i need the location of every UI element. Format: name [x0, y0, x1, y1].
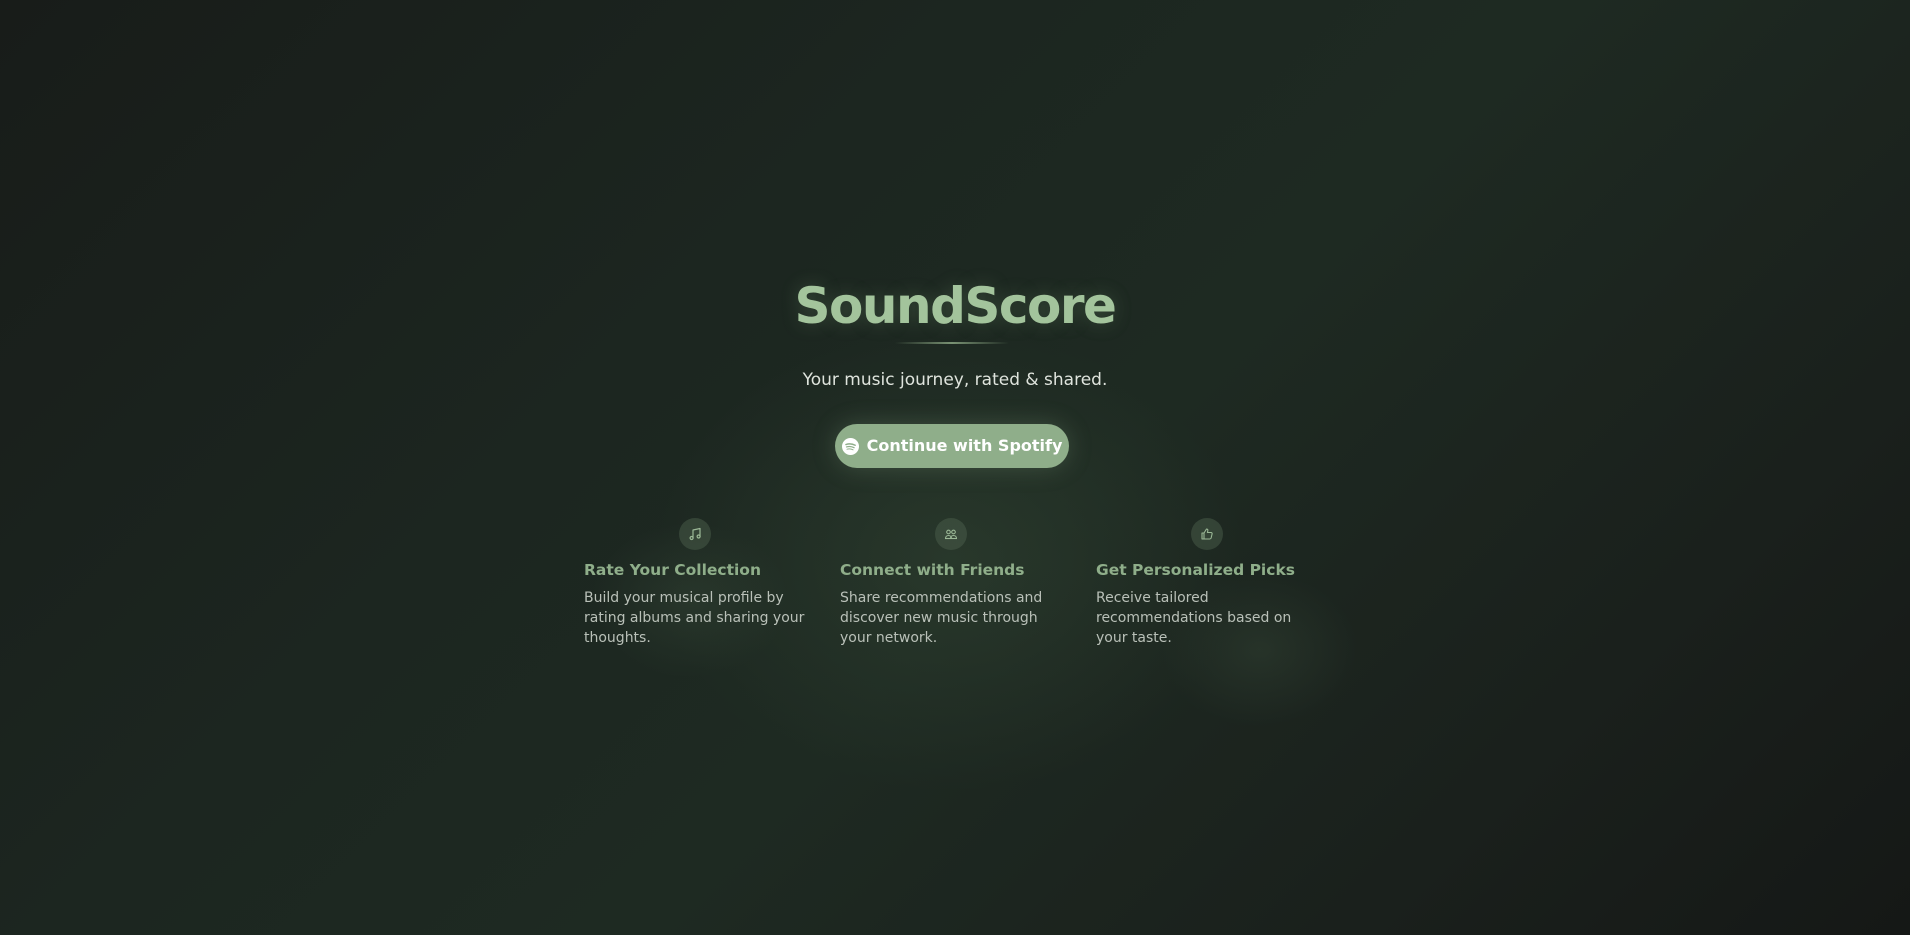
- feature-description: Share recommendations and discover new m…: [840, 590, 1043, 646]
- features-section: Rate Your Collection Build your musical …: [584, 518, 1352, 658]
- feature-title: Get Personalized Picks: [1096, 561, 1295, 579]
- cta-label: Continue with Spotify: [866, 436, 1063, 455]
- landing-hero: SoundScore Your music journey, rated & s…: [0, 0, 1910, 935]
- app-title: SoundScore: [794, 277, 1117, 335]
- music-note-icon: [679, 518, 711, 550]
- continue-with-spotify-button[interactable]: Continue with Spotify: [835, 424, 1069, 468]
- feature-description: Receive tailored recommendations based o…: [1096, 590, 1292, 646]
- users-icon: [935, 518, 967, 550]
- feature-title: Rate Your Collection: [584, 561, 761, 579]
- spotify-icon: [841, 437, 859, 455]
- feature-title: Connect with Friends: [840, 561, 1025, 579]
- feature-description: Build your musical profile by rating alb…: [584, 590, 805, 646]
- title-divider: [895, 342, 1009, 344]
- tagline: Your music journey, rated & shared.: [802, 370, 1108, 390]
- thumbs-up-icon: [1191, 518, 1223, 550]
